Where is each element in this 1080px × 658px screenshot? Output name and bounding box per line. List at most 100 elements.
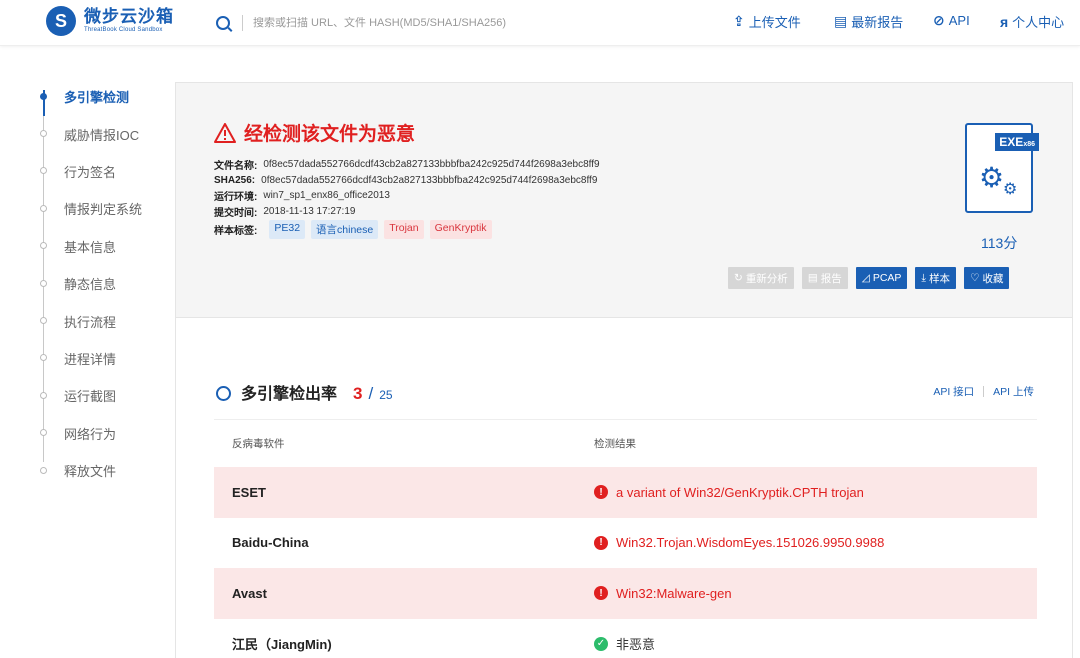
info-key: 文件名称: (214, 161, 258, 173)
detection-result: Win32.Trojan.WisdomEyes.151026.9950.9988 (616, 535, 885, 551)
info-row-sha256: SHA256: 0f8ec57dada552766dcdf43cb2a82713… (214, 173, 600, 189)
link-divider (983, 386, 985, 397)
logo-subtitle: ThreatBook Cloud Sandbox (84, 27, 163, 33)
nav-user-label: 个人中心 (1012, 15, 1065, 30)
column-header-result: 检测结果 (594, 438, 636, 450)
detected-count: 3 (353, 384, 363, 403)
logo[interactable]: S 微步云沙箱 ThreatBook Cloud Sandbox (46, 6, 174, 36)
search-input[interactable] (253, 17, 553, 29)
sample-label: 样本 (929, 272, 951, 285)
nav-upload-label: 上传文件 (748, 15, 801, 30)
api-interface-link[interactable]: API 接口 (933, 384, 974, 399)
detection-table: 反病毒软件 检测结果 ESET ! a variant of Win32/Gen… (214, 419, 1037, 658)
submit-time-value: 2018-11-13 17:27:19 (263, 205, 356, 217)
sidebar-item-static-info[interactable]: 静态信息 (36, 265, 166, 302)
info-key: 运行环境: (214, 192, 258, 204)
nav-upload-file[interactable]: ⇪ 上传文件 (733, 12, 801, 31)
favorite-button[interactable]: ♡ 收藏 (964, 267, 1010, 289)
tag-trojan[interactable]: Trojan (384, 220, 424, 240)
warning-icon (214, 122, 236, 143)
logo-title: 微步云沙箱 (84, 7, 174, 26)
engine-name: 江民（JiangMin) (232, 637, 332, 653)
sidebar-item-label: 威胁情报IOC (64, 127, 140, 143)
sidebar-item-label: 行为签名 (64, 164, 117, 180)
exe-file-icon: EXEx86 ⚙ ⚙ (965, 123, 1039, 213)
tag-pe32[interactable]: PE32 (269, 220, 306, 240)
sidebar-item-label: 进程详情 (64, 351, 117, 367)
info-row-tags: 样本标签: PE32 语言chinese Trojan GenKryptik (214, 220, 600, 240)
report-icon: ▤ (834, 13, 848, 29)
sidebar-item-network-behavior[interactable]: 网络行为 (36, 415, 166, 452)
user-icon: ᴙ (1000, 13, 1009, 30)
malicious-icon: ! (594, 535, 608, 550)
table-row: Baidu-China ! Win32.Trojan.WisdomEyes.15… (214, 518, 1037, 569)
pcap-button[interactable]: ◿ PCAP (855, 267, 908, 289)
gauge-icon (216, 386, 231, 401)
tag-language[interactable]: 语言chinese (311, 220, 379, 240)
tag-genkryptik[interactable]: GenKryptik (429, 220, 492, 240)
upload-icon: ⇪ (733, 13, 745, 29)
api-links: API 接口 API 上传 (933, 384, 1034, 399)
sidebar-dot (40, 92, 47, 100)
logo-icon: S (46, 6, 76, 36)
sidebar-dot (40, 130, 47, 138)
sidebar-dot (40, 204, 47, 212)
sidebar: 多引擎检测 威胁情报IOC 行为签名 情报判定系统 基本信息 静态信息 执行流程… (36, 78, 166, 489)
sidebar-item-label: 网络行为 (64, 426, 117, 442)
sidebar-item-process-details[interactable]: 进程详情 (36, 340, 166, 377)
malicious-icon: ! (594, 586, 608, 601)
search-bar (216, 13, 553, 33)
sidebar-dot (40, 429, 47, 437)
verdict-title: 经检测该文件为恶意 (214, 119, 415, 146)
sidebar-item-behavior-signature[interactable]: 行为签名 (36, 153, 166, 190)
check-icon: ✓ (594, 636, 608, 651)
sidebar-item-screenshots[interactable]: 运行截图 (36, 377, 166, 414)
sidebar-item-intel-system[interactable]: 情报判定系统 (36, 190, 166, 227)
info-key: SHA256: (214, 174, 256, 186)
info-row-filename: 文件名称: 0f8ec57dada552766dcdf43cb2a827133b… (214, 157, 600, 173)
pcap-icon: ◿ (861, 272, 870, 284)
report-icon: ▤ (807, 272, 818, 284)
multi-engine-section: 多引擎检出率 3 / 25 API 接口 API 上传 反病毒软件 检测结果 E… (175, 318, 1073, 658)
pcap-label: PCAP (872, 272, 902, 284)
sidebar-dot (40, 242, 47, 250)
search-icon[interactable] (216, 16, 230, 30)
engine-name: Avast (232, 585, 267, 601)
nav-reports-label: 最新报告 (851, 15, 904, 30)
table-row: 江民（JiangMin) ✓ 非恶意 (214, 619, 1037, 658)
nav-api-label: API (948, 13, 970, 28)
api-upload-link[interactable]: API 上传 (993, 384, 1034, 399)
nav-user-center[interactable]: ᴙ 个人中心 (1000, 12, 1064, 31)
sidebar-item-dropped-files[interactable]: 释放文件 (36, 452, 166, 489)
sidebar-dot (40, 317, 47, 325)
table-row: Avast ! Win32:Malware-gen (214, 568, 1037, 619)
sidebar-item-label: 基本信息 (64, 239, 117, 255)
sidebar-item-basic-info[interactable]: 基本信息 (36, 228, 166, 265)
sidebar-item-threat-ioc[interactable]: 威胁情报IOC (36, 115, 166, 152)
sidebar-dot (40, 354, 47, 362)
info-key: 样本标签: (214, 226, 258, 238)
nav-latest-reports[interactable]: ▤ 最新报告 (834, 12, 903, 31)
info-row-submit-time: 提交时间: 2018-11-13 17:27:19 (214, 204, 600, 220)
refresh-icon: ↻ (734, 272, 743, 284)
sidebar-dot (40, 279, 47, 287)
detection-result: Win32:Malware-gen (616, 585, 732, 601)
file-type-badge: EXEx86 (995, 133, 1039, 151)
sidebar-dot (40, 466, 47, 474)
sidebar-item-multi-engine[interactable]: 多引擎检测 (36, 78, 166, 115)
column-header-engine: 反病毒软件 (232, 438, 285, 450)
report-button[interactable]: ▤ 报告 (801, 267, 848, 289)
table-header: 反病毒软件 检测结果 (214, 419, 1037, 467)
verdict-panel: 经检测该文件为恶意 文件名称: 0f8ec57dada552766dcdf43c… (175, 82, 1073, 318)
nav-api[interactable]: ⊘ API (933, 12, 970, 29)
sample-download-button[interactable]: ⤓ 样本 (915, 267, 957, 289)
reanalyze-button[interactable]: ↻ 重新分析 (728, 267, 794, 289)
file-name-value: 0f8ec57dada552766dcdf43cb2a827133bbbfba2… (263, 159, 600, 171)
reanalyze-label: 重新分析 (745, 272, 788, 285)
sha256-value: 0f8ec57dada552766dcdf43cb2a827133bbbfba2… (261, 174, 598, 186)
sidebar-item-execution-flow[interactable]: 执行流程 (36, 302, 166, 339)
sidebar-item-label: 静态信息 (64, 277, 117, 293)
total-engines: 25 (379, 388, 393, 402)
top-navigation-bar: S 微步云沙箱 ThreatBook Cloud Sandbox ⇪ 上传文件 … (0, 0, 1080, 46)
table-row: ESET ! a variant of Win32/GenKryptik.CPT… (214, 467, 1037, 518)
